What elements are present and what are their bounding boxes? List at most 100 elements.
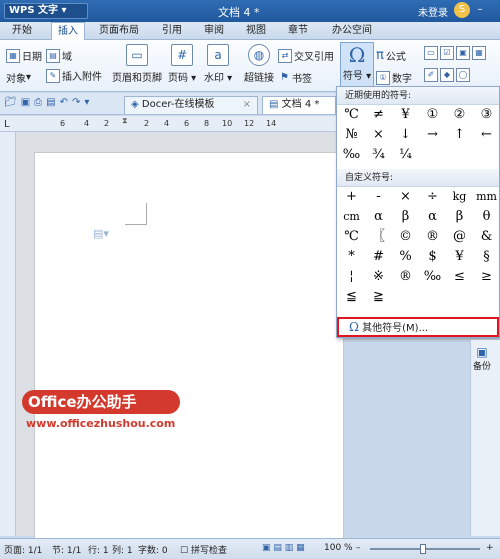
watermark-button[interactable]: a 水印 ▾ xyxy=(204,44,232,84)
page-number-button[interactable]: # 页码 ▾ xyxy=(168,44,196,84)
zoom-in-button[interactable]: + xyxy=(486,543,494,553)
symbol-cell[interactable]: ℃ xyxy=(338,227,365,247)
menu-office-space[interactable]: 办公空间 xyxy=(332,22,372,40)
attachment-button[interactable]: ✎ 插入附件 xyxy=(46,68,102,83)
symbol-cell[interactable]: & xyxy=(473,227,500,247)
symbol-cell[interactable]: kg xyxy=(446,187,473,207)
checkbox-icon[interactable]: ☑ xyxy=(440,46,454,60)
crossref-button[interactable]: ⇄ 交叉引用 xyxy=(278,48,334,63)
ruler-corner[interactable]: L xyxy=(4,119,10,130)
menu-layout[interactable]: 页面布局 xyxy=(99,22,139,40)
zoom-thumb[interactable] xyxy=(420,544,426,554)
tab-docer[interactable]: ◈ Docer-在线模板 × xyxy=(124,96,258,114)
wps-app-menu[interactable]: WPS 文字 ▾ xyxy=(4,3,88,19)
more-icon[interactable]: ▾ xyxy=(84,97,89,108)
header-footer-button[interactable]: ▭ 页眉和页脚 xyxy=(112,44,162,84)
menu-review[interactable]: 审阅 xyxy=(204,22,224,40)
symbol-cell[interactable]: ※ xyxy=(365,267,392,287)
symbol-cell[interactable]: ¥ xyxy=(392,105,419,125)
textbox-icon[interactable]: ▭ xyxy=(424,46,438,60)
paste-options-icon[interactable]: ▤▾ xyxy=(93,227,109,240)
symbol-cell[interactable]: θ xyxy=(473,207,500,227)
symbol-cell[interactable]: 〖 xyxy=(365,227,392,247)
symbol-cell[interactable]: § xyxy=(473,247,500,267)
tab-document[interactable]: ▤ 文档 4 * xyxy=(262,96,336,114)
symbol-cell[interactable]: ① xyxy=(419,105,446,125)
symbol-cell[interactable]: № xyxy=(338,125,365,145)
symbol-cell[interactable]: * xyxy=(338,247,365,267)
symbol-cell[interactable]: → xyxy=(419,125,446,145)
symbol-cell[interactable]: % xyxy=(392,247,419,267)
symbol-cell[interactable]: ¥ xyxy=(446,247,473,267)
print-icon[interactable]: ⎙ xyxy=(34,97,42,108)
symbol-cell[interactable]: © xyxy=(392,227,419,247)
symbol-cell[interactable]: ¼ xyxy=(392,145,419,165)
symbol-cell[interactable]: ≠ xyxy=(365,105,392,125)
symbol-cell[interactable]: ≦ xyxy=(338,287,365,307)
symbol-cell[interactable]: α xyxy=(365,207,392,227)
zoom-out-button[interactable]: – xyxy=(356,543,361,553)
symbol-cell[interactable]: mm xyxy=(473,187,500,207)
symbol-button[interactable]: Ω 符号 ▾ xyxy=(340,42,374,90)
preview-icon[interactable]: ▤ xyxy=(46,97,55,108)
object-button[interactable]: 对象 ▾ xyxy=(6,70,31,85)
pen-icon[interactable]: ✐ xyxy=(424,68,438,82)
symbol-cell[interactable]: ‰ xyxy=(419,267,446,287)
undo-icon[interactable]: ↶ xyxy=(60,97,68,108)
redo-icon[interactable]: ↷ xyxy=(72,97,80,108)
highlight-icon[interactable]: ◆ xyxy=(440,68,454,82)
symbol-cell[interactable]: ℃ xyxy=(338,105,365,125)
symbol-cell[interactable]: @ xyxy=(446,227,473,247)
symbol-cell[interactable]: β xyxy=(446,207,473,227)
symbol-cell[interactable]: ≧ xyxy=(365,287,392,307)
symbol-cell[interactable]: ③ xyxy=(473,105,500,125)
menu-home[interactable]: 开始 xyxy=(12,22,32,40)
more-symbols-button[interactable]: Ω 其他符号(M)... xyxy=(337,317,499,337)
table-icon[interactable]: ▦ xyxy=(472,46,486,60)
bookmark-button[interactable]: ⚑ 书签 xyxy=(280,70,312,85)
date-button[interactable]: ▦ 日期 xyxy=(6,48,42,63)
menu-reference[interactable]: 引用 xyxy=(162,22,182,40)
backup-button[interactable]: ▣ 备份 xyxy=(471,345,493,372)
field-button[interactable]: ▤ 域 xyxy=(46,48,72,63)
formula-button[interactable]: π 公式 xyxy=(376,48,406,63)
symbol-cell[interactable]: - xyxy=(365,187,392,207)
save-icon[interactable]: ▣ xyxy=(21,97,30,108)
shape-icon[interactable]: ◯ xyxy=(456,68,470,82)
symbol-cell[interactable]: α xyxy=(419,207,446,227)
close-icon[interactable]: × xyxy=(243,97,251,113)
symbol-cell[interactable]: ¦ xyxy=(338,267,365,287)
symbol-cell[interactable]: ≤ xyxy=(446,267,473,287)
number-button[interactable]: ① 数字 xyxy=(376,70,412,85)
view-mode-icons[interactable]: ▣ ▤ ▥ ▦ xyxy=(262,543,305,553)
symbol-cell[interactable]: $ xyxy=(419,247,446,267)
symbol-cell[interactable]: ↑ xyxy=(446,125,473,145)
symbol-cell[interactable]: ® xyxy=(419,227,446,247)
symbol-cell[interactable]: × xyxy=(392,187,419,207)
symbol-cell[interactable]: ≥ xyxy=(473,267,500,287)
document-page[interactable]: ▤▾ xyxy=(34,152,344,542)
menu-chapter[interactable]: 章节 xyxy=(288,22,308,40)
symbol-cell[interactable]: # xyxy=(365,247,392,267)
menu-insert[interactable]: 插入 xyxy=(51,22,85,41)
symbol-cell[interactable]: ‰ xyxy=(338,145,365,165)
symbol-cell[interactable]: ← xyxy=(473,125,500,145)
indent-marker[interactable]: ⧗ xyxy=(122,116,128,126)
spell-check-button[interactable]: ☐ 拼写检查 xyxy=(180,543,227,556)
symbol-cell[interactable]: ↓ xyxy=(392,125,419,145)
symbol-cell[interactable]: × xyxy=(365,125,392,145)
hyperlink-button[interactable]: ◍ 超链接 xyxy=(244,44,274,84)
symbol-cell[interactable]: ¾ xyxy=(365,145,392,165)
symbol-cell[interactable]: ® xyxy=(392,267,419,287)
symbol-cell[interactable]: cm xyxy=(338,207,365,227)
skin-icon[interactable]: S xyxy=(454,2,470,18)
symbol-cell[interactable]: ② xyxy=(446,105,473,125)
symbol-cell[interactable]: β xyxy=(392,207,419,227)
image-icon[interactable]: ▣ xyxy=(456,46,470,60)
minimize-icon[interactable]: – xyxy=(472,2,488,18)
open-icon[interactable]: 📁︎ xyxy=(4,97,17,108)
symbol-cell[interactable]: + xyxy=(338,187,365,207)
login-button[interactable]: 未登录 xyxy=(418,4,448,19)
symbol-cell[interactable]: ÷ xyxy=(419,187,446,207)
menu-view[interactable]: 视图 xyxy=(246,22,266,40)
